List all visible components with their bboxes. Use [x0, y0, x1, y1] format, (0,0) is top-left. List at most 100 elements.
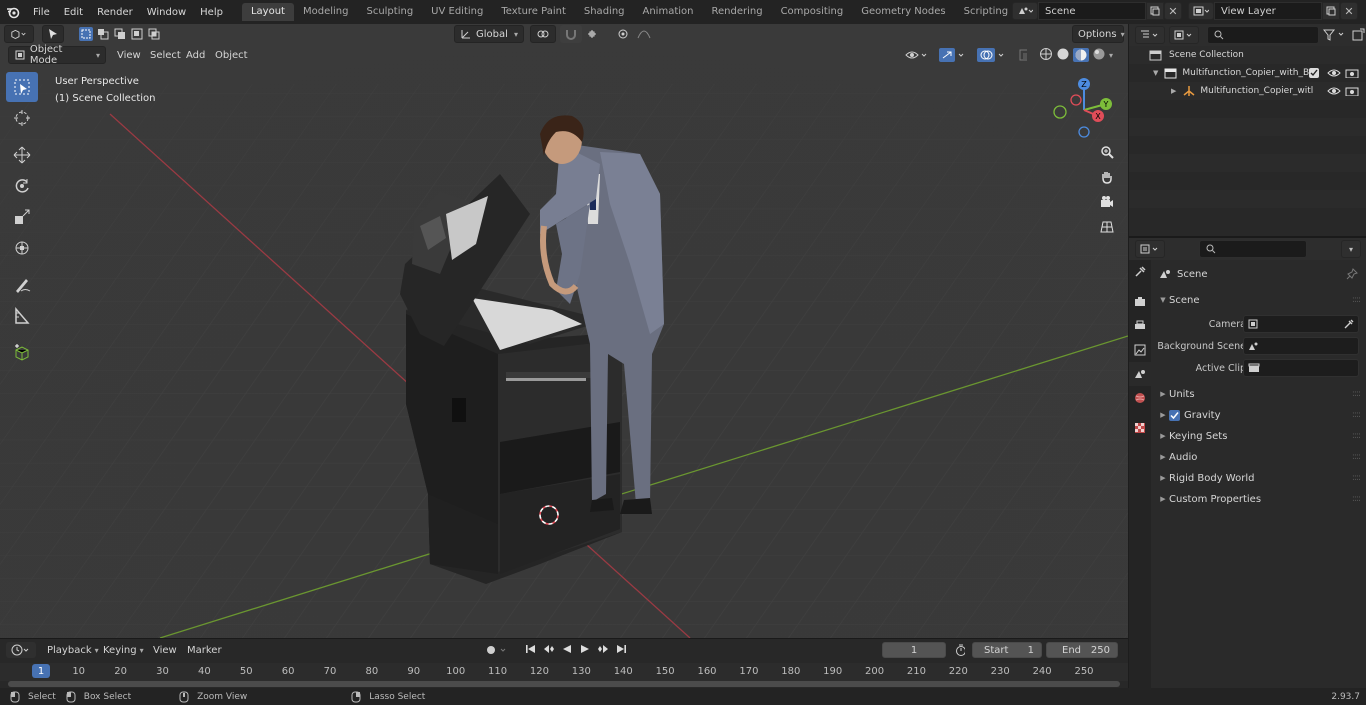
outliner-editor-type-button[interactable] [1135, 26, 1165, 44]
panel-custom-properties-header[interactable]: ▶ Custom Properties:::: [1153, 489, 1366, 509]
properties-editor-type-button[interactable] [1135, 240, 1165, 258]
menu-render[interactable]: Render [90, 7, 140, 18]
object-mode-dropdown[interactable]: Object Mode ▾ [8, 44, 106, 66]
collection-exclude-checkbox[interactable] [1309, 68, 1319, 78]
collection-expand-icon[interactable]: ▼ [1153, 69, 1158, 77]
view-layer-close-icon[interactable]: ✕ [1340, 2, 1358, 20]
timeline-editor-type-button[interactable] [6, 642, 36, 658]
view-layer-copy-icon[interactable] [1322, 2, 1340, 20]
object-visibility-eye-icon[interactable] [1327, 86, 1341, 96]
tab-texture[interactable] [1129, 416, 1151, 440]
panel-audio-header[interactable]: ▶ Audio:::: [1153, 447, 1366, 467]
outliner-row-collection[interactable]: ▼ Multifunction_Copier_with_Bu [1129, 64, 1366, 82]
navigation-gizmo[interactable]: Z Y X [1046, 72, 1122, 148]
next-keyframe-icon[interactable] [597, 644, 609, 657]
frame-ruler[interactable]: 1 10 20 30 40 50 60 70 80 90 100 110 120 130 140 150 160… [0, 663, 1128, 681]
tab-sculpting[interactable]: Sculpting [357, 3, 422, 21]
select-invert-icon[interactable] [130, 27, 144, 41]
scene-browse-icon[interactable] [1012, 2, 1038, 20]
3d-viewport[interactable]: Global ▾ Options ▾ Object Mode ▾ View Se… [0, 24, 1128, 638]
select-extend-icon[interactable] [96, 27, 110, 41]
panel-gravity-header[interactable]: ▶ Gravity:::: [1153, 405, 1366, 425]
new-collection-button[interactable] [1351, 28, 1365, 42]
tab-layout[interactable]: Layout [241, 3, 294, 21]
tab-output[interactable] [1129, 314, 1151, 338]
select-new-icon[interactable] [79, 27, 93, 41]
snap-toggle[interactable] [560, 25, 582, 43]
menu-file[interactable]: File [26, 7, 57, 18]
options-dropdown[interactable]: Options ▾ [1072, 25, 1125, 43]
material-shading-icon[interactable] [1073, 48, 1089, 62]
end-frame-field[interactable]: End 250 [1046, 642, 1118, 658]
current-frame-field[interactable]: 1 [882, 642, 946, 658]
outliner-row-object[interactable]: ▶ Multifunction_Copier_witl [1129, 82, 1366, 100]
object-render-camera-icon[interactable] [1345, 86, 1359, 96]
scene-copy-icon[interactable] [1146, 2, 1164, 20]
add-cube-tool[interactable] [6, 338, 38, 368]
menu-window[interactable]: Window [140, 7, 193, 18]
filter-dropdown[interactable] [1322, 28, 1349, 42]
viewport-menu-view[interactable]: View [112, 46, 146, 64]
editor-type-button[interactable] [4, 25, 34, 43]
viewport-menu-select[interactable]: Select [145, 46, 186, 64]
use-preview-range-toggle[interactable] [950, 642, 970, 658]
annotate-tool[interactable] [6, 270, 38, 300]
camera-view-button[interactable] [1096, 191, 1118, 213]
scale-tool[interactable] [6, 202, 38, 232]
tab-rendering[interactable]: Rendering [702, 3, 771, 21]
wireframe-shading-icon[interactable] [1039, 47, 1053, 64]
rotate-tool[interactable] [6, 171, 38, 201]
proportional-falloff-dropdown[interactable] [632, 25, 658, 43]
scene-name-field[interactable]: Scene [1038, 2, 1146, 20]
gravity-checkbox[interactable] [1169, 409, 1180, 421]
visibility-dropdown[interactable] [900, 46, 936, 64]
object-expand-icon[interactable]: ▶ [1171, 87, 1176, 95]
camera-field[interactable] [1243, 315, 1359, 333]
view-layer-browse-icon[interactable] [1188, 2, 1214, 20]
timeline-marker-menu[interactable]: Marker [182, 642, 227, 658]
zoom-view-button[interactable] [1096, 141, 1118, 163]
collection-render-camera-icon[interactable] [1345, 68, 1359, 78]
view-layer-name-field[interactable]: View Layer [1214, 2, 1322, 20]
timeline-view-menu[interactable]: View [148, 642, 182, 658]
display-mode-dropdown[interactable] [1169, 26, 1199, 44]
properties-search-input[interactable] [1199, 240, 1307, 258]
select-subtract-icon[interactable] [113, 27, 127, 41]
viewport-menu-object[interactable]: Object [210, 46, 253, 64]
blender-logo-icon[interactable] [0, 0, 26, 24]
jump-end-icon[interactable] [615, 644, 627, 657]
tab-tool[interactable] [1129, 260, 1151, 284]
tab-view-layer[interactable] [1129, 338, 1151, 362]
transform-orientation-dropdown[interactable]: Global ▾ [454, 25, 524, 43]
timeline-keying-menu[interactable]: Keying ▾ [98, 642, 149, 658]
play-reverse-icon[interactable] [561, 644, 573, 657]
cursor-tool[interactable] [6, 103, 38, 133]
gizmo-toggle[interactable] [934, 46, 970, 64]
panel-units-header[interactable]: ▶ Units:::: [1153, 384, 1366, 404]
scene-close-icon[interactable]: ✕ [1164, 2, 1182, 20]
tab-texture-paint[interactable]: Texture Paint [492, 3, 575, 21]
tab-scene[interactable] [1129, 362, 1151, 386]
prev-keyframe-icon[interactable] [543, 644, 555, 657]
eyedropper-icon[interactable] [1344, 319, 1354, 329]
active-clip-field[interactable] [1243, 359, 1359, 377]
tab-scripting[interactable]: Scripting [955, 3, 1017, 21]
select-box-tool[interactable] [6, 72, 38, 102]
select-tool-button[interactable] [42, 25, 64, 43]
move-tool[interactable] [6, 140, 38, 170]
tab-render[interactable] [1129, 290, 1151, 314]
tab-animation[interactable]: Animation [634, 3, 703, 21]
outliner-row-scene-collection[interactable]: Scene Collection [1129, 46, 1366, 64]
menu-edit[interactable]: Edit [57, 7, 90, 18]
measure-tool[interactable] [6, 301, 38, 331]
outliner-search-input[interactable] [1207, 26, 1319, 44]
tab-compositing[interactable]: Compositing [772, 3, 853, 21]
proportional-edit-toggle[interactable] [612, 25, 634, 43]
auto-keying-toggle[interactable] [480, 642, 516, 658]
collection-visibility-eye-icon[interactable] [1327, 68, 1341, 78]
overlays-toggle[interactable] [972, 46, 1010, 64]
tab-world[interactable] [1129, 386, 1151, 410]
start-frame-field[interactable]: Start 1 [972, 642, 1042, 658]
pan-view-button[interactable] [1096, 166, 1118, 188]
shading-options-icon[interactable]: ▾ [1109, 51, 1113, 60]
